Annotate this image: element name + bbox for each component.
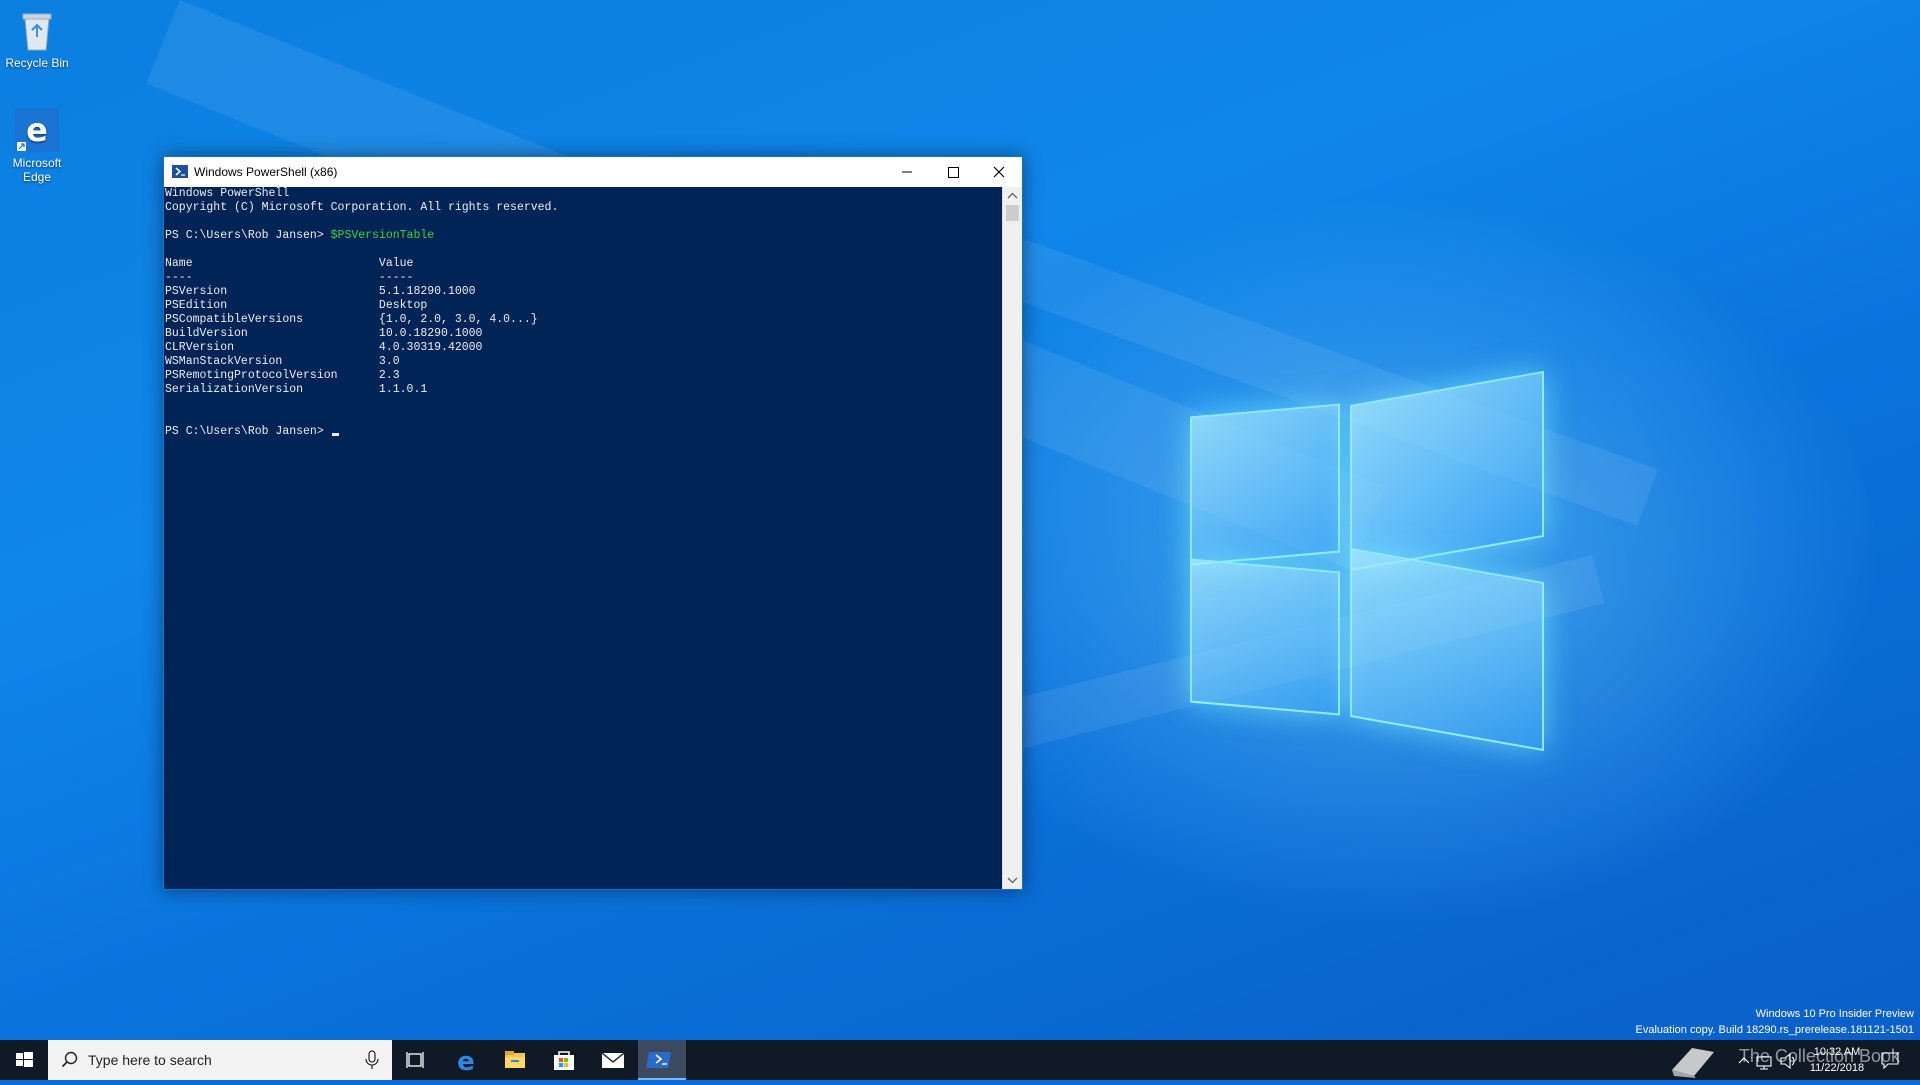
build-watermark: Windows 10 Pro Insider Preview Evaluatio… [1636, 1006, 1914, 1038]
taskbar-powershell-button[interactable] [638, 1040, 686, 1080]
edge-icon: e [15, 108, 59, 152]
console-line: PSCompatibleVersions {1.0, 2.0, 3.0, 4.0… [165, 313, 538, 326]
command-text: $PSVersionTable [330, 229, 435, 242]
powershell-icon [646, 1052, 671, 1068]
console-output[interactable]: Windows PowerShell Copyright (C) Microso… [164, 187, 1002, 889]
desktop-icon-recycle-bin[interactable]: Recycle Bin [0, 8, 77, 70]
console-line: ---- ----- [165, 271, 414, 284]
console-line: PSVersion 5.1.18290.1000 [165, 285, 476, 298]
console-line: Windows PowerShell [165, 187, 290, 200]
mail-icon [601, 1052, 625, 1068]
console-line: WSManStackVersion 3.0 [165, 355, 400, 368]
chevron-up-icon[interactable] [1736, 1040, 1752, 1080]
edge-icon: e [457, 1047, 475, 1077]
action-center-icon[interactable] [1878, 1040, 1902, 1080]
console-command-line: PS C:\Users\Rob Jansen> $PSVersionTable [164, 229, 1002, 243]
search-placeholder: Type here to search [88, 1052, 212, 1068]
logo-pane [1350, 547, 1544, 752]
console-line: Name Value [165, 257, 414, 270]
svg-text:e: e [26, 111, 48, 149]
taskbar-edge-button[interactable]: e [442, 1040, 490, 1080]
console-line: CLRVersion 4.0.30319.42000 [165, 341, 483, 354]
mail-button[interactable] [589, 1040, 637, 1080]
window-title: Windows PowerShell (x86) [194, 165, 338, 179]
watermark-line: Windows 10 Pro Insider Preview [1755, 1008, 1914, 1020]
file-explorer-button[interactable] [491, 1040, 539, 1080]
console-line: PSEdition Desktop [165, 299, 428, 312]
console-line: PSRemotingProtocolVersion 2.3 [165, 369, 400, 382]
search-box[interactable]: Type here to search [48, 1040, 392, 1080]
console-line: BuildVersion 10.0.18290.1000 [165, 327, 483, 340]
taskbar: Type here to search e The Collection Boo… [0, 1040, 1920, 1080]
text-cursor [331, 433, 339, 436]
console-prompt-line[interactable]: PS C:\Users\Rob Jansen> [164, 425, 1002, 439]
network-icon[interactable] [1754, 1040, 1774, 1080]
close-button[interactable] [976, 157, 1022, 187]
svg-text:e: e [457, 1047, 475, 1077]
logo-pane [1350, 370, 1544, 572]
clock-time: 10:32 AM [1813, 1046, 1861, 1058]
maximize-button[interactable] [930, 157, 976, 187]
volume-icon[interactable] [1778, 1040, 1798, 1080]
powershell-icon [172, 165, 188, 178]
desktop-icon-label: Microsoft Edge [12, 156, 62, 184]
console-line: SerializationVersion 1.1.0.1 [165, 383, 428, 396]
start-button[interactable] [0, 1040, 48, 1080]
prompt-text: PS C:\Users\Rob Jansen> [165, 229, 331, 242]
powershell-window[interactable]: Windows PowerShell (x86) Windows PowerSh… [163, 156, 1023, 890]
recycle-bin-icon [15, 8, 59, 52]
clock-date: 11/22/2018 [1809, 1062, 1865, 1074]
book-icon [1672, 1048, 1714, 1078]
file-explorer-icon [505, 1051, 525, 1068]
vertical-scrollbar[interactable] [1002, 187, 1022, 889]
prompt-text: PS C:\Users\Rob Jansen> [165, 425, 331, 438]
scrollbar-thumb[interactable] [1006, 205, 1019, 221]
watermark-line: Evaluation copy. Build 18290.rs_prerelea… [1635, 1024, 1914, 1036]
scroll-down-arrow[interactable] [1003, 872, 1022, 889]
task-view-button[interactable] [392, 1040, 440, 1080]
logo-pane [1190, 558, 1340, 716]
microphone-icon[interactable] [364, 1050, 380, 1070]
logo-pane [1190, 403, 1340, 566]
store-icon [554, 1051, 574, 1070]
clock[interactable]: 10:32 AM 11/22/2018 [1802, 1044, 1872, 1076]
window-titlebar[interactable]: Windows PowerShell (x86) [164, 157, 1022, 187]
desktop-icon-label: Recycle Bin [5, 56, 69, 70]
windows-logo [1190, 370, 1550, 752]
scroll-up-arrow[interactable] [1003, 187, 1022, 204]
search-icon [61, 1051, 78, 1068]
store-button[interactable] [540, 1040, 588, 1080]
desktop-icon-microsoft-edge[interactable]: e Microsoft Edge [0, 108, 77, 184]
console-line: Copyright (C) Microsoft Corporation. All… [165, 201, 559, 214]
minimize-button[interactable] [884, 157, 930, 187]
